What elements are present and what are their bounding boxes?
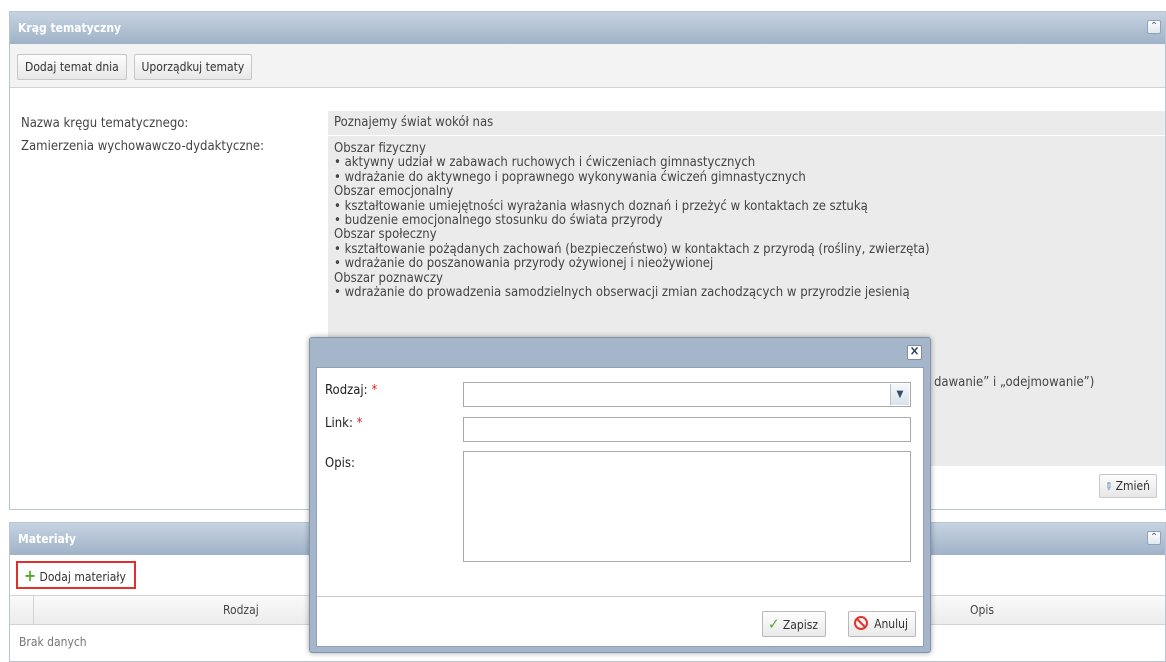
add-material-dialog: × Rodzaj: * ▼ Link: * Opis: ✓ Zapisz Anu…: [309, 337, 931, 653]
cancel-label: Anuluj: [874, 617, 908, 631]
name-value: Poznajemy świat wokół nas: [328, 111, 1165, 135]
goals-line: Obszar społeczny: [334, 227, 437, 243]
goals-line: • budzenie emocjonalnego stosunku do świ…: [334, 213, 663, 229]
empty-grid-text: Brak danych: [19, 635, 87, 649]
save-label: Zapisz: [782, 618, 818, 632]
panel-title: Materiały: [18, 532, 76, 546]
goals-line: • wdrażanie do poszanowania przyrody oży…: [334, 256, 714, 272]
link-label-text: Link:: [325, 416, 353, 431]
required-marker: *: [371, 383, 378, 398]
type-label-text: Rodzaj:: [325, 383, 368, 398]
name-label: Nazwa kręgu tematycznego:: [21, 116, 189, 131]
add-materials-button[interactable]: + Dodaj materiały: [16, 561, 136, 589]
required-marker: *: [356, 416, 363, 431]
goals-line: Obszar poznawczy: [334, 270, 443, 286]
desc-label: Opis:: [325, 456, 355, 471]
theme-circle-panel-header: Krąg tematyczny ⌃: [10, 12, 1165, 44]
dialog-footer: ✓ Zapisz Anuluj: [317, 596, 923, 646]
change-button[interactable]: ✎ Zmień: [1098, 474, 1157, 498]
column-header-type[interactable]: Rodzaj: [223, 596, 259, 624]
add-daily-topic-button[interactable]: Dodaj temat dnia: [17, 54, 127, 80]
cancel-button[interactable]: Anuluj: [847, 611, 916, 637]
grid-spacer-column: [10, 596, 34, 624]
link-label: Link: *: [325, 416, 362, 431]
description-textarea[interactable]: [463, 451, 911, 562]
plus-icon: +: [24, 566, 37, 585]
collapse-icon[interactable]: ⌃: [1147, 20, 1161, 34]
goals-line: • aktywny udział w zabawach ruchowych i …: [334, 155, 756, 171]
goals-line: • wdrażanie do aktywnego i poprawnego wy…: [334, 169, 806, 185]
chevron-down-icon[interactable]: ▼: [890, 384, 909, 405]
collapse-icon[interactable]: ⌃: [1147, 531, 1161, 545]
checkmark-icon: ✓: [768, 615, 780, 633]
goals-line: • kształtowanie pożądanych zachowań (bez…: [334, 241, 930, 257]
order-topics-button[interactable]: Uporządkuj tematy: [133, 54, 253, 80]
change-label: Zmień: [1115, 479, 1150, 493]
type-select[interactable]: ▼: [463, 382, 911, 407]
theme-toolbar: Dodaj temat dnia Uporządkuj tematy: [10, 44, 1165, 88]
goals-lines: Obszar fizyczny • aktywny udział w zabawa…: [334, 141, 1159, 301]
goals-line: • kształtowanie umiejętności wyrażania w…: [334, 198, 868, 214]
save-button[interactable]: ✓ Zapisz: [762, 611, 826, 637]
panel-title: Krąg tematyczny: [18, 21, 122, 35]
link-input[interactable]: [463, 417, 911, 442]
type-select-value: [464, 387, 469, 402]
column-header-description[interactable]: Opis: [970, 596, 994, 624]
goals-line: Obszar fizyczny: [334, 141, 426, 156]
type-label: Rodzaj: *: [325, 383, 377, 398]
goals-line: • wdrażanie do prowadzenia samodzielnych…: [334, 285, 910, 301]
add-materials-label: Dodaj materiały: [39, 570, 126, 584]
dialog-body: Rodzaj: * ▼ Link: * Opis: ✓ Zapisz Anulu…: [316, 367, 924, 647]
goals-label: Zamierzenia wychowawczo-dydaktyczne:: [21, 139, 265, 154]
close-icon[interactable]: ×: [907, 345, 922, 360]
cancel-icon: [853, 616, 868, 630]
goals-partial-text: dawanie” i „odejmowanie”): [934, 375, 1095, 390]
goals-line: Obszar emocjonalny: [334, 184, 454, 200]
